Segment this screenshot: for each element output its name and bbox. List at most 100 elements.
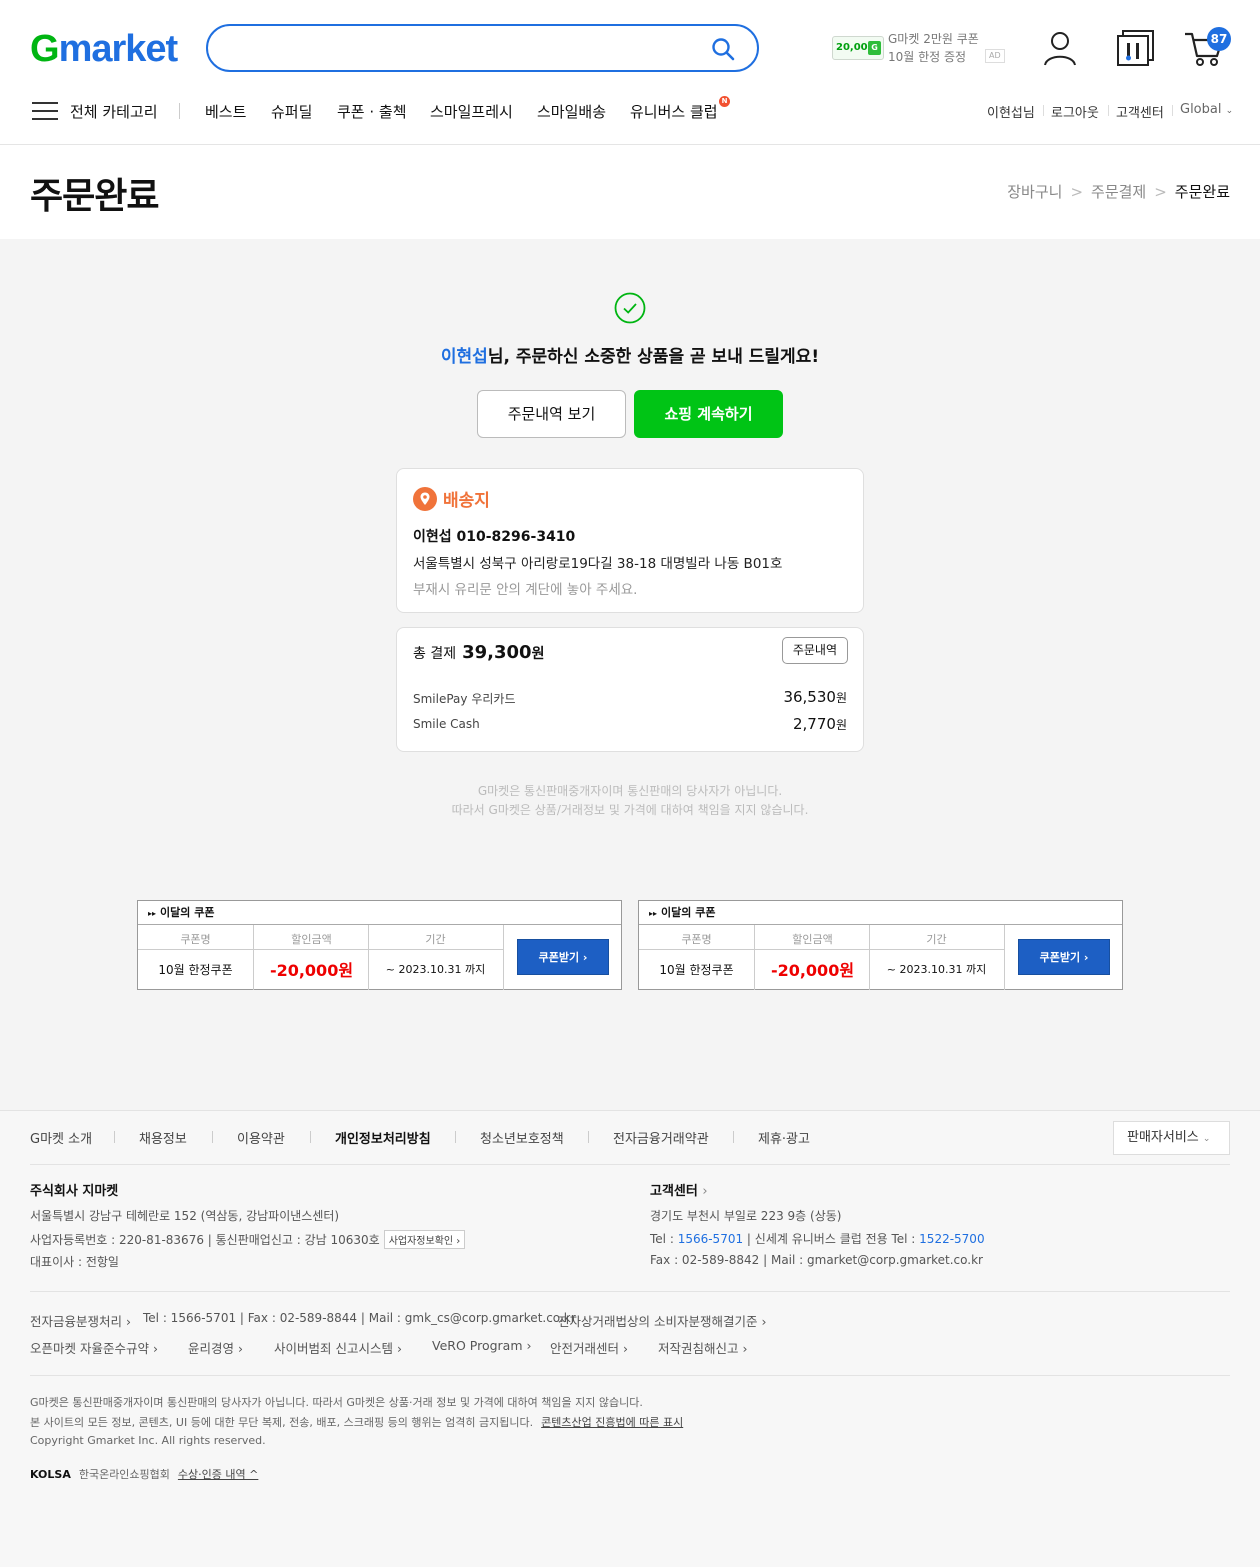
my-page-icon[interactable] (1040, 28, 1080, 68)
double-arrow-icon: ▸▸ (649, 909, 658, 918)
coupon-banner: ▸▸ 이달의 쿠폰 쿠폰명 할인금액 기간 10월 한정쿠폰 -20,000원 ~… (638, 900, 1123, 990)
footer-separator (733, 1131, 734, 1143)
cs-address: 경기도 부천시 부일로 223 9층 (상동) (650, 1209, 842, 1223)
chevron-right-icon: > (1070, 183, 1084, 201)
kolsa-logo: KOLSA (30, 1468, 71, 1481)
coupon-ad-banner[interactable]: 20,000 G G마켓 2만원 쿠폰 10월 한정 증정 AD (832, 26, 1007, 70)
util-separator (1043, 105, 1044, 116)
awards-link[interactable]: 수상·인증 내역 ^ (178, 1468, 258, 1481)
nav-smile-delivery[interactable]: 스마일배송 (537, 101, 606, 122)
recipient-name-phone: 이현섭 010-8296-3410 (413, 529, 576, 545)
coupon-ad-image: 20,000 G (832, 36, 884, 60)
breadcrumb-cart[interactable]: 장바구니 (1007, 183, 1062, 201)
continue-shopping-button[interactable]: 쇼핑 계속하기 (634, 390, 783, 438)
coupon-ad-text: G마켓 2만원 쿠폰 10월 한정 증정 (888, 32, 979, 64)
footer-scraping-notice: 본 사이트의 모든 정보, 콘텐츠, UI 등에 대한 무단 복제, 전송, 배… (30, 1416, 684, 1429)
search-input[interactable] (228, 26, 698, 70)
chevron-right-icon: › (702, 1184, 708, 1199)
kolsa-row: KOLSA 한국온라인쇼핑협회 수상·인증 내역 ^ (30, 1468, 259, 1481)
customer-center-link[interactable]: 고객센터 (1116, 102, 1164, 121)
cs-fax-mail: Fax : 02-589-8842 | Mail : gmarket@corp.… (650, 1253, 983, 1267)
copyright-report-link[interactable]: 저작권침해신고 › (658, 1338, 747, 1357)
nav-coupon-checkin[interactable]: 쿠폰 · 출첵 (337, 101, 407, 122)
view-orders-button[interactable]: 주문내역 보기 (477, 390, 626, 438)
coupon-divider (1004, 925, 1005, 990)
coupon-name: 10월 한정쿠폰 (659, 963, 734, 977)
page-title-bar: 주문완료 장바구니 > 주문결제 > 주문완료 (0, 145, 1260, 239)
nav-best[interactable]: 베스트 (205, 101, 246, 122)
shipping-title: 배송지 (443, 491, 490, 511)
footer-link-terms[interactable]: 이용약관 (237, 1128, 285, 1147)
copyright: Copyright Gmarket Inc. All rights reserv… (30, 1434, 266, 1447)
location-pin-icon (413, 487, 437, 511)
vero-program-link[interactable]: VeRO Program › (432, 1338, 531, 1353)
dispute-link[interactable]: 전자금융분쟁처리 › (30, 1311, 131, 1330)
total-payment: 총 결제 39,300원 (413, 642, 545, 663)
safe-trade-link[interactable]: 안전거래센터 › (550, 1338, 628, 1357)
coupon-discount: -20,000원 (269, 961, 354, 980)
coupon-banner-header: ▸▸ 이달의 쿠폰 (138, 901, 621, 925)
get-coupon-button[interactable]: 쿠폰받기 › (1018, 939, 1110, 975)
footer-link-youth[interactable]: 청소년보호정책 (480, 1128, 564, 1147)
coupon-period: ~ 2023.10.31 까지 (886, 963, 987, 976)
dispute-contact: Tel : 1566-5701 | Fax : 02-589-8844 | Ma… (143, 1311, 576, 1325)
footer-disclaimer: G마켓은 통신판매중개자이며 통신판매의 당사자가 아닙니다. 따라서 G마켓은… (30, 1396, 643, 1409)
get-coupon-button[interactable]: 쿠폰받기 › (517, 939, 609, 975)
search-bar (206, 24, 759, 72)
footer-separator (588, 1131, 589, 1143)
seller-service-dropdown[interactable]: 판매자서비스 ⌄ (1113, 1121, 1230, 1155)
coupon-divider (138, 949, 503, 950)
order-detail-button[interactable]: 주문내역 (781, 637, 848, 664)
shipping-address: 서울특별시 성북구 아리랑로19다길 38-18 대명빌라 나동 B01호 (413, 556, 783, 572)
intermediary-notice: G마켓은 통신판매중개자이며 통신판매의 당사자가 아닙니다. 따라서 G마켓은 … (451, 784, 809, 817)
footer-link-about[interactable]: G마켓 소개 (30, 1128, 92, 1147)
breadcrumb-checkout[interactable]: 주문결제 (1091, 183, 1146, 201)
new-badge: N (719, 96, 730, 107)
coupon-name: 10월 한정쿠폰 (158, 963, 233, 977)
coupon-banner-header: ▸▸ 이달의 쿠폰 (639, 901, 1122, 925)
footer-separator (114, 1131, 115, 1143)
payment-row: Smile Cash 2,770원 (413, 715, 847, 733)
footer-link-careers[interactable]: 채용정보 (139, 1128, 187, 1147)
search-icon[interactable] (711, 37, 735, 61)
customer-center-title[interactable]: 고객센터 › (650, 1180, 708, 1199)
nav-smile-fresh[interactable]: 스마일프레시 (430, 101, 513, 122)
coupon-banner: ▸▸ 이달의 쿠폰 쿠폰명 할인금액 기간 10월 한정쿠폰 -20,000원 ~… (137, 900, 622, 990)
footer-separator (212, 1131, 213, 1143)
logout-link[interactable]: 로그아웃 (1051, 102, 1099, 121)
hamburger-icon (32, 102, 58, 120)
shipping-address-card: 배송지 이현섭 010-8296-3410 서울특별시 성북구 아리랑로19다길… (396, 468, 864, 613)
coupon-col-period: 기간 (425, 933, 446, 946)
open-market-rules-link[interactable]: 오픈마켓 자율준수규약 › (30, 1338, 158, 1357)
chevron-down-icon: ⌄ (1202, 1134, 1211, 1144)
global-link[interactable]: Global ⌄ (1180, 102, 1233, 117)
consumer-dispute-link[interactable]: 전자상거래법상의 소비자분쟁해결기준 › (558, 1311, 766, 1330)
coupon-col-discount: 할인금액 (792, 933, 833, 946)
coupon-col-name: 쿠폰명 (180, 933, 211, 946)
cs-tel-link[interactable]: 1566-5701 (678, 1232, 743, 1246)
cybercrime-link[interactable]: 사이버범죄 신고시스템 › (274, 1338, 402, 1357)
user-name-link[interactable]: 이현섭님 (987, 102, 1035, 121)
all-categories-button[interactable]: 전체 카테고리 (32, 98, 162, 124)
footer-link-efinance[interactable]: 전자금융거래약관 (613, 1128, 709, 1147)
footer-link-privacy[interactable]: 개인정보처리방침 (335, 1128, 431, 1147)
company-address: 서울특별시 강남구 테헤란로 152 (역삼동, 강남파이낸스센터) (30, 1209, 340, 1223)
gmarket-logo[interactable]: Gmarket (30, 28, 178, 71)
nav-universe-club[interactable]: 유니버스 클럽 (630, 101, 718, 122)
footer-link-partnership[interactable]: 제휴·광고 (758, 1128, 810, 1147)
recent-items-icon[interactable] (1115, 28, 1155, 68)
ethics-link[interactable]: 윤리경영 › (188, 1338, 243, 1357)
check-circle-icon (614, 292, 646, 324)
ad-tag: AD (985, 49, 1005, 63)
company-ceo: 대표이사 : 전항일 (30, 1255, 119, 1269)
order-complete-message: 이현섭님, 주문하신 소중한 상품을 곧 보내 드릴게요! (440, 347, 820, 367)
nav-superdeal[interactable]: 슈퍼딜 (271, 101, 312, 122)
util-separator (1172, 105, 1173, 116)
content-law-link[interactable]: 콘텐츠산업 진흥법에 따른 표시 (541, 1416, 683, 1429)
universe-tel-link[interactable]: 1522-5700 (919, 1232, 984, 1246)
coupon-divider (639, 949, 1004, 950)
coupon-discount: -20,000원 (770, 961, 855, 980)
chevron-down-icon: ⌄ (1225, 106, 1234, 116)
footer-divider (30, 1291, 1230, 1292)
business-info-button[interactable]: 사업자정보확인 › (383, 1230, 466, 1249)
